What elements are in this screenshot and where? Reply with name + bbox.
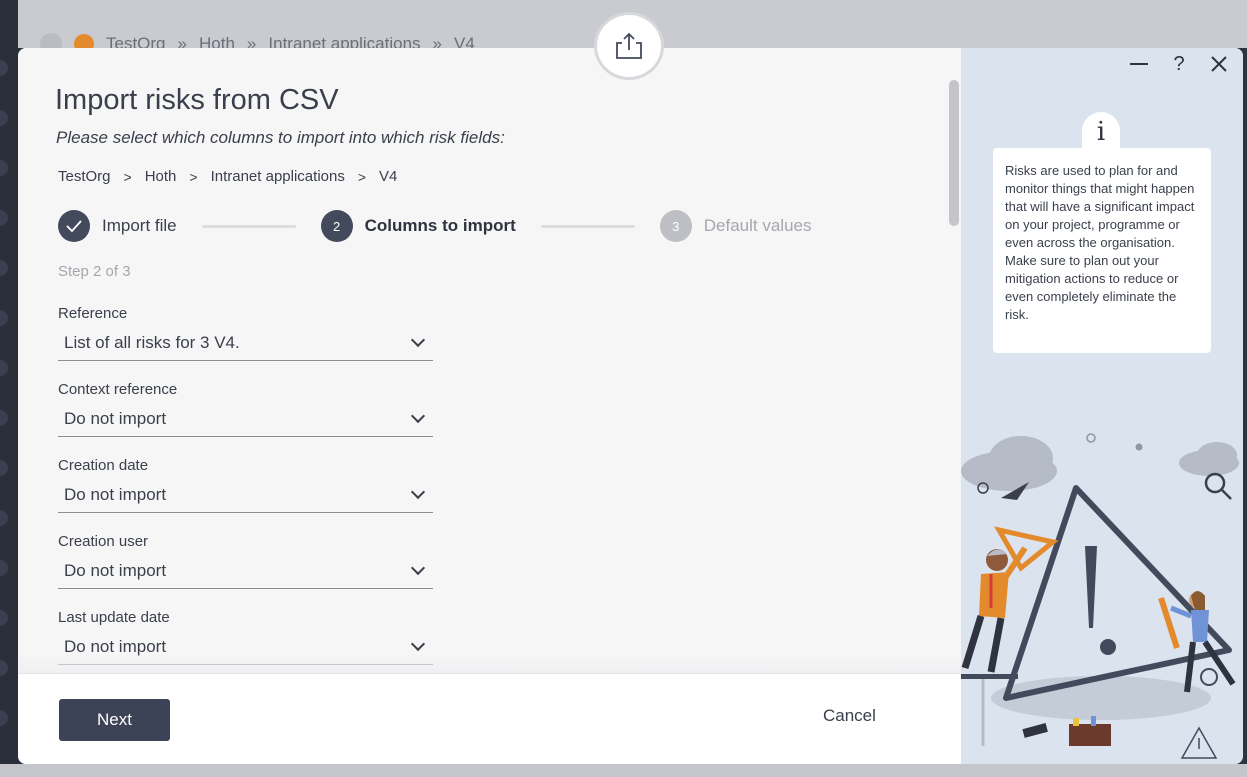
creation-user-select[interactable]: Do not import	[58, 559, 433, 589]
breadcrumb-org[interactable]: TestOrg	[58, 168, 111, 185]
next-button[interactable]: Next	[59, 699, 170, 741]
select-value: Do not import	[64, 484, 167, 504]
import-risks-dialog: Import risks from CSV Please select whic…	[18, 48, 1243, 764]
step-1-check-icon[interactable]	[58, 210, 90, 242]
step-connector	[201, 224, 296, 228]
field-label: Creation date	[58, 457, 149, 474]
dialog-title: Import risks from CSV	[55, 84, 339, 116]
chevron-down-icon	[410, 636, 426, 651]
chevron-down-icon	[410, 484, 426, 499]
stepper: Import file 2 Columns to import 3 Defaul…	[58, 210, 811, 242]
creation-date-select[interactable]: Do not import	[58, 483, 433, 513]
scroll-fade	[18, 653, 961, 673]
reference-select[interactable]: List of all risks for 3 V4.	[58, 331, 433, 361]
step-connector	[540, 224, 635, 228]
breadcrumb-separator: >	[123, 168, 132, 185]
field-label: Creation user	[58, 533, 149, 550]
window-controls: ?	[1129, 53, 1229, 75]
step-3-number: 3	[659, 210, 692, 242]
select-value: Do not import	[64, 408, 167, 428]
dialog-subtitle: Please select which columns to import in…	[56, 128, 505, 147]
field-creation-date: Creation date Do not import	[58, 457, 433, 513]
step-2-label[interactable]: Columns to import	[365, 216, 516, 236]
info-icon: i	[1082, 112, 1120, 152]
help-panel: ? i Risks are used to plan for and monit…	[961, 48, 1243, 764]
close-icon[interactable]	[1209, 54, 1229, 74]
cancel-button[interactable]: Cancel	[823, 706, 876, 726]
breadcrumb: TestOrg > Hoth > Intranet applications >…	[58, 168, 397, 185]
context-reference-select[interactable]: Do not import	[58, 407, 433, 437]
help-icon[interactable]: ?	[1169, 53, 1189, 75]
breadcrumb-intranet[interactable]: Intranet applications	[211, 168, 345, 185]
select-value: Do not import	[64, 560, 167, 580]
field-reference: Reference List of all risks for 3 V4.	[58, 305, 433, 361]
field-creation-user: Creation user Do not import	[58, 533, 433, 589]
chevron-down-icon	[410, 560, 426, 575]
step-1-label[interactable]: Import file	[102, 216, 177, 236]
risk-illustration	[961, 433, 1239, 759]
chevron-down-icon	[410, 408, 426, 423]
step-count: Step 2 of 3	[58, 263, 131, 280]
breadcrumb-separator: >	[189, 168, 198, 185]
step-2-number[interactable]: 2	[320, 210, 353, 242]
dialog-footer: Next Cancel	[18, 673, 961, 764]
chevron-down-icon	[410, 332, 426, 347]
field-context-reference: Context reference Do not import	[58, 381, 433, 437]
help-text: Risks are used to plan for and monitor t…	[993, 148, 1211, 353]
breadcrumb-separator: >	[357, 168, 367, 185]
background-bottom-strip	[0, 764, 1247, 777]
field-label: Reference	[58, 305, 128, 322]
minimize-icon[interactable]	[1129, 54, 1149, 74]
scrollbar-thumb[interactable]	[949, 80, 959, 226]
export-icon[interactable]	[594, 12, 664, 80]
background-left-rail	[0, 0, 18, 777]
step-3-label: Default values	[703, 216, 812, 235]
select-value: List of all risks for 3 V4.	[64, 332, 240, 352]
dialog-content: Import risks from CSV Please select whic…	[18, 48, 961, 673]
field-label: Context reference	[58, 381, 178, 398]
breadcrumb-hoth[interactable]: Hoth	[145, 168, 177, 185]
field-label: Last update date	[58, 609, 170, 626]
breadcrumb-v4[interactable]: V4	[379, 168, 397, 185]
